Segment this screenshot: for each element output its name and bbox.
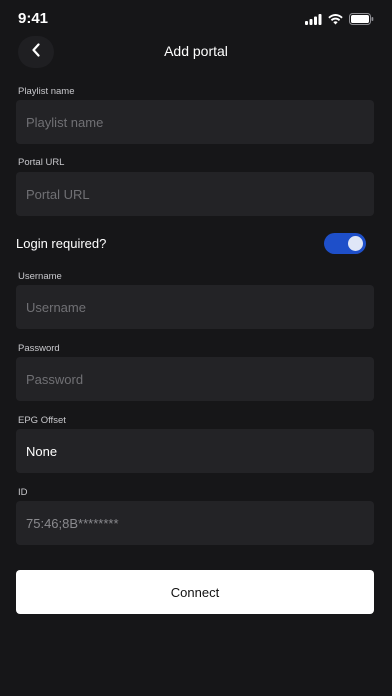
portal-url-input[interactable]: Portal URL [16, 172, 374, 216]
playlist-name-label: Playlist name [18, 86, 75, 97]
login-required-row: Login required? [16, 232, 374, 256]
playlist-name-input[interactable]: Playlist name [16, 100, 374, 144]
battery-icon [349, 12, 374, 30]
page-title: Add portal [164, 43, 228, 59]
epg-offset-label: EPG Offset [18, 415, 66, 426]
header: Add portal [0, 34, 392, 70]
status-time: 9:41 [18, 10, 49, 27]
username-label: Username [18, 271, 62, 282]
id-label: ID [18, 487, 28, 498]
id-value: 75:46;8B******** [26, 515, 119, 531]
password-placeholder: Password [26, 371, 84, 387]
status-bar: 9:41 [0, 0, 392, 38]
password-label: Password [18, 343, 60, 354]
portal-url-placeholder: Portal URL [26, 186, 90, 202]
login-required-label: Login required? [16, 236, 107, 251]
status-icons [305, 12, 374, 30]
epg-offset-select[interactable]: None [16, 429, 374, 473]
toggle-knob [348, 236, 363, 251]
signal-icon [305, 12, 322, 30]
playlist-name-placeholder: Playlist name [26, 114, 104, 130]
id-field[interactable]: 75:46;8B******** [16, 501, 374, 545]
epg-offset-value: None [26, 443, 58, 459]
wifi-icon [328, 12, 343, 30]
username-placeholder: Username [26, 299, 86, 315]
login-required-toggle[interactable] [324, 233, 366, 254]
portal-url-label: Portal URL [18, 157, 65, 168]
connect-button[interactable]: Connect [16, 570, 374, 614]
password-input[interactable]: Password [16, 357, 374, 401]
username-input[interactable]: Username [16, 285, 374, 329]
